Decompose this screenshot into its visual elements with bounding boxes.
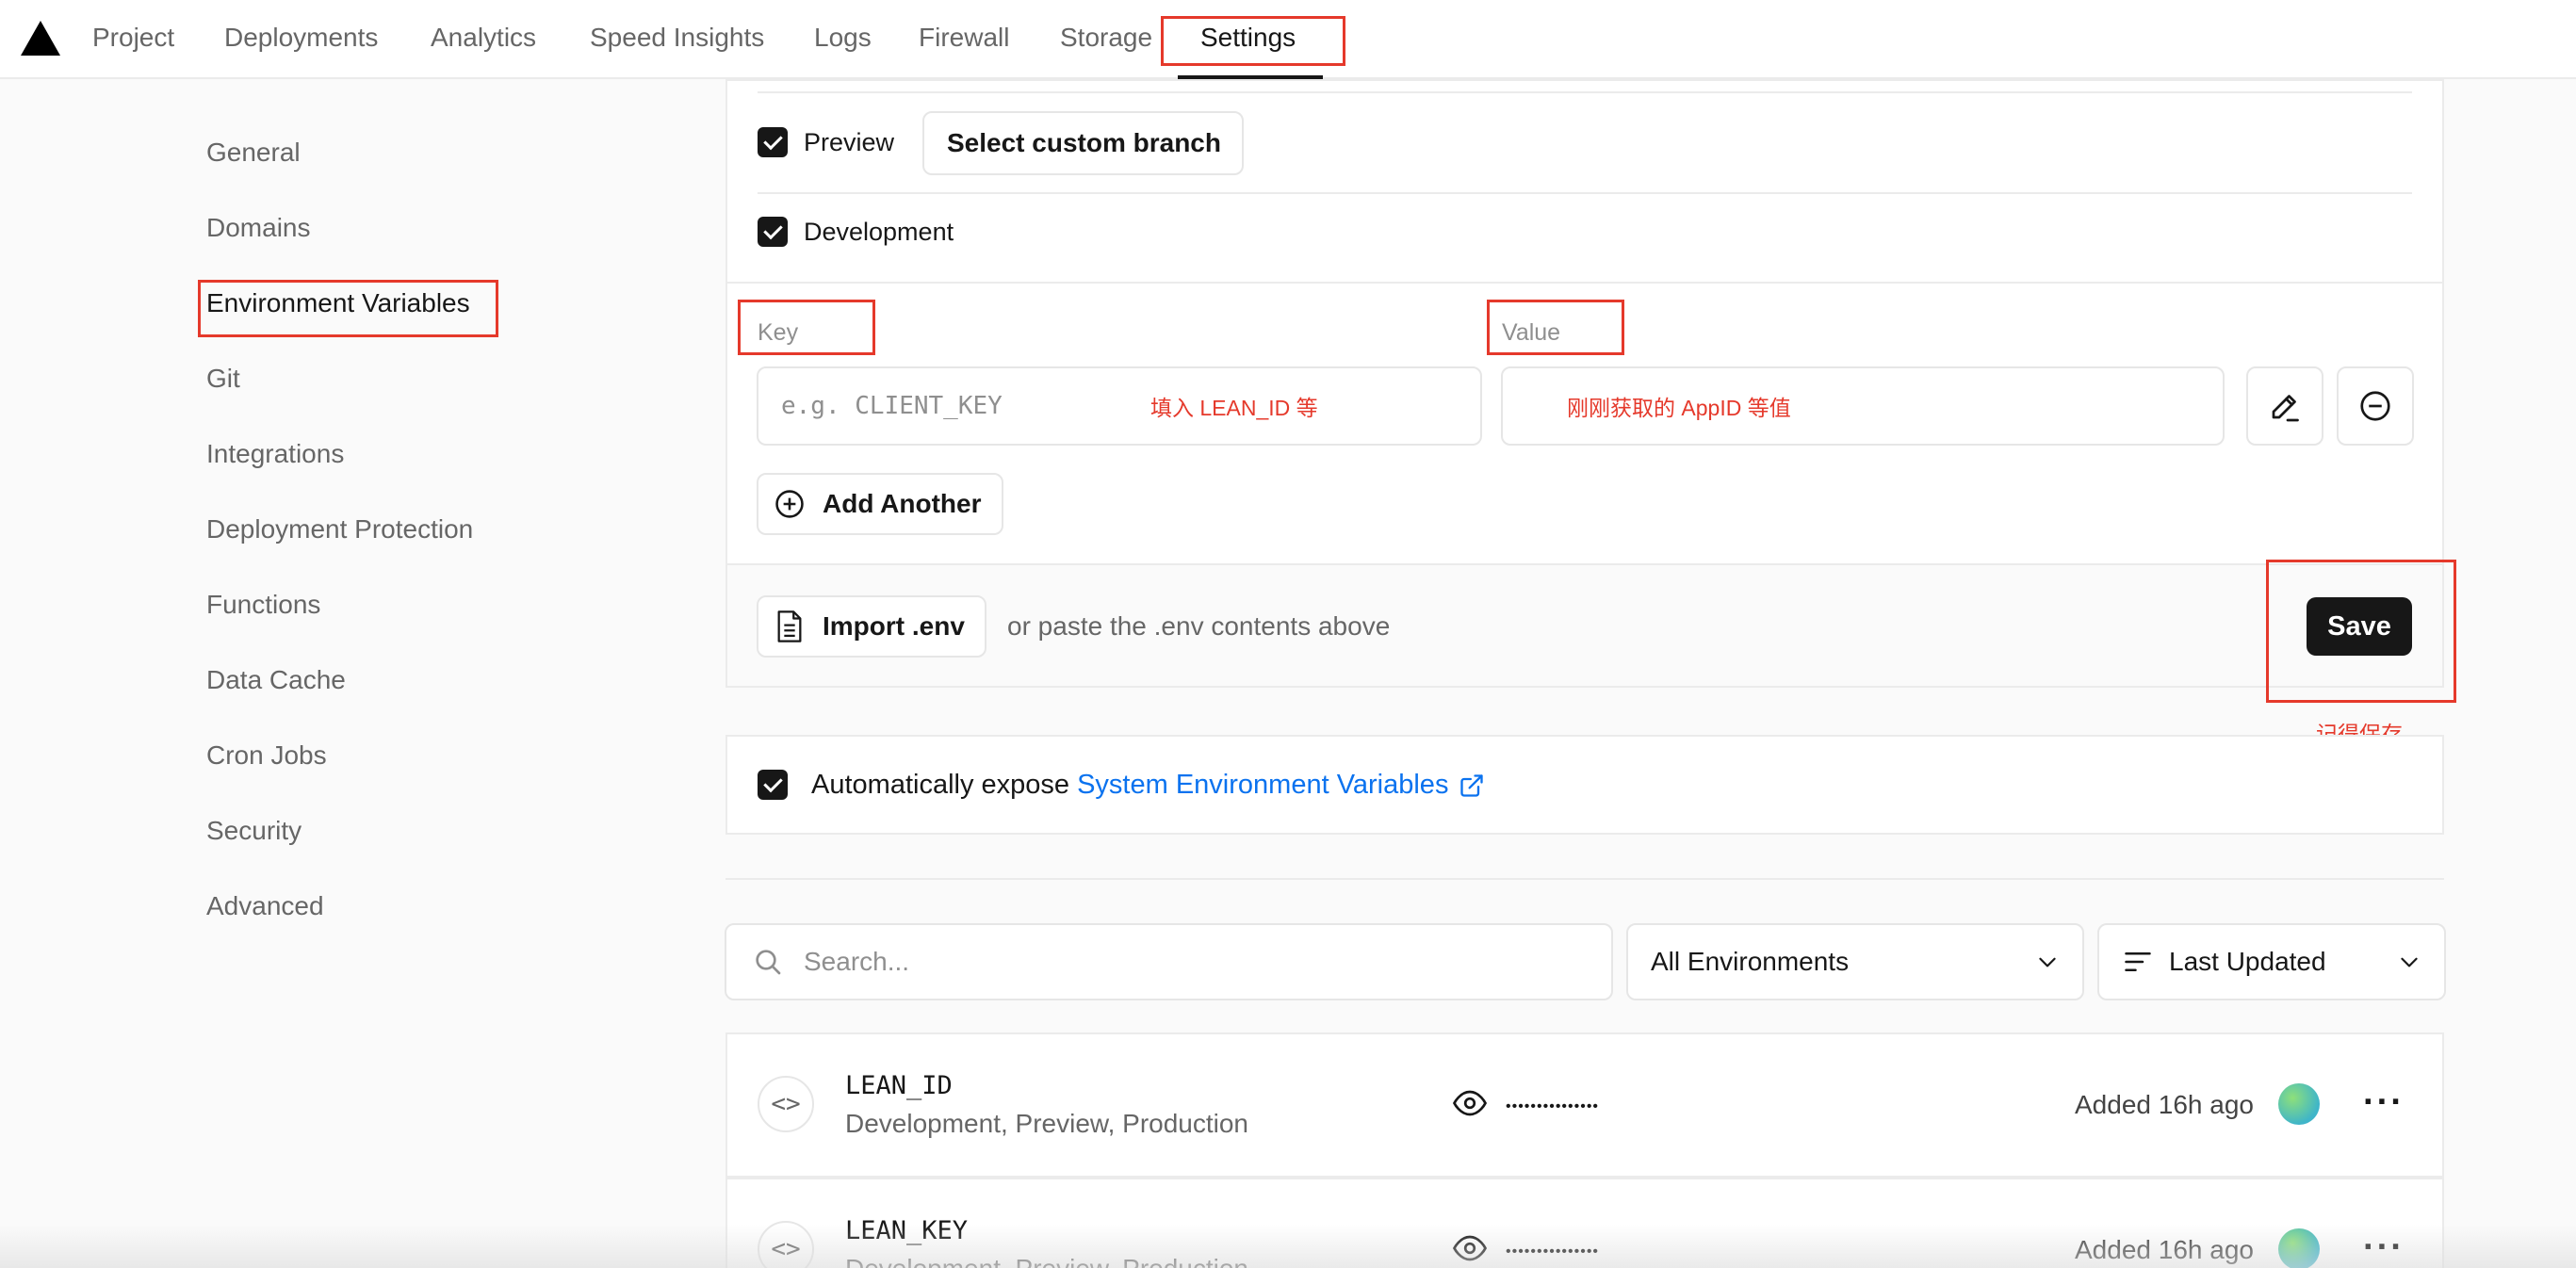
- eye-icon[interactable]: [1453, 1089, 1487, 1117]
- development-label: Development: [804, 218, 954, 246]
- annotation-key-note: 填入 LEAN_ID 等: [1150, 396, 1318, 420]
- variable-name: LEAN_ID: [845, 1071, 953, 1100]
- more-options-icon[interactable]: ···: [2363, 1084, 2405, 1120]
- key-input[interactable]: e.g. CLIENT_KEY: [757, 366, 1482, 446]
- divider: [727, 282, 2442, 284]
- add-another-label: Add Another: [823, 489, 982, 518]
- divider: [758, 192, 2412, 194]
- sort-lines-icon: [2125, 952, 2151, 971]
- tab-storage[interactable]: Storage: [1060, 21, 1152, 55]
- development-checkbox[interactable]: [758, 217, 788, 247]
- sidebar-item-domains[interactable]: Domains: [206, 211, 310, 245]
- masked-value: •••••••••••••••: [1506, 1098, 1600, 1114]
- annotation-box-value: [1487, 300, 1624, 355]
- search-input[interactable]: Search...: [725, 923, 1613, 1000]
- minus-circle-icon: [2360, 391, 2390, 421]
- divider: [758, 91, 2412, 93]
- sort-select-value: Last Updated: [2169, 947, 2326, 976]
- avatar: [2278, 1228, 2320, 1268]
- annotation-value-note: 刚刚获取的 AppID 等值: [1567, 396, 1791, 420]
- annotation-box-environment-variables: [198, 280, 498, 337]
- import-env-button[interactable]: Import .env: [757, 595, 986, 658]
- masked-value: •••••••••••••••: [1506, 1244, 1600, 1260]
- sidebar-item-general[interactable]: General: [206, 136, 301, 170]
- annotation-box-settings: [1161, 16, 1345, 66]
- paste-hint: or paste the .env contents above: [1007, 611, 1391, 641]
- system-env-prefix: Automatically expose: [811, 770, 1078, 800]
- vercel-logo-icon[interactable]: [21, 21, 60, 56]
- more-options-icon[interactable]: ···: [2363, 1229, 2405, 1265]
- tab-analytics[interactable]: Analytics: [431, 21, 536, 55]
- search-placeholder: Search...: [804, 947, 910, 976]
- sidebar-item-git[interactable]: Git: [206, 362, 240, 396]
- system-env-link[interactable]: System Environment Variables: [1077, 770, 1448, 800]
- tab-deployments[interactable]: Deployments: [224, 21, 378, 55]
- environment-select-value: All Environments: [1651, 947, 1850, 976]
- added-time: Added 16h ago: [2075, 1235, 2254, 1264]
- annotation-box-save: [2266, 560, 2456, 703]
- sidebar-item-data-cache[interactable]: Data Cache: [206, 663, 346, 697]
- add-another-button[interactable]: Add Another: [757, 473, 1003, 535]
- select-custom-branch-button[interactable]: Select custom branch: [922, 111, 1244, 175]
- tab-speed-insights[interactable]: Speed Insights: [590, 21, 764, 55]
- preview-label: Preview: [804, 128, 895, 156]
- file-icon: [777, 610, 802, 642]
- preview-checkbox[interactable]: [758, 127, 788, 157]
- pencil-icon: [2272, 395, 2299, 422]
- external-link-icon[interactable]: [1459, 772, 1485, 799]
- variable-environments: Development, Preview, Production: [845, 1253, 1248, 1268]
- key-placeholder: e.g. CLIENT_KEY: [781, 392, 1003, 420]
- annotation-box-key: [738, 300, 875, 355]
- avatar: [2278, 1083, 2320, 1125]
- section-divider: [726, 878, 2444, 880]
- import-env-label: Import .env: [823, 611, 965, 641]
- environment-select[interactable]: All Environments: [1626, 923, 2084, 1000]
- plus-circle-icon: [775, 490, 804, 518]
- variable-environments: Development, Preview, Production: [845, 1109, 1248, 1138]
- system-env-text: Automatically expose System Environment …: [811, 769, 1448, 801]
- tab-project[interactable]: Project: [92, 21, 174, 55]
- added-time: Added 16h ago: [2075, 1090, 2254, 1119]
- tab-logs[interactable]: Logs: [814, 21, 872, 55]
- chevron-down-icon: [2401, 957, 2418, 967]
- code-icon: <>: [758, 1076, 814, 1132]
- edit-button[interactable]: [2246, 366, 2323, 446]
- sidebar-item-advanced[interactable]: Advanced: [206, 889, 324, 923]
- sidebar-item-cron-jobs[interactable]: Cron Jobs: [206, 739, 327, 772]
- chevron-down-icon: [2039, 957, 2056, 967]
- tab-firewall[interactable]: Firewall: [919, 21, 1009, 55]
- sidebar-item-integrations[interactable]: Integrations: [206, 437, 344, 471]
- system-env-checkbox[interactable]: [758, 770, 788, 800]
- remove-button[interactable]: [2337, 366, 2414, 446]
- sidebar-item-functions[interactable]: Functions: [206, 588, 320, 622]
- sidebar-item-security[interactable]: Security: [206, 814, 302, 848]
- sidebar-item-deployment-protection[interactable]: Deployment Protection: [206, 512, 473, 546]
- variable-name: LEAN_KEY: [845, 1216, 969, 1245]
- search-icon: [756, 950, 781, 975]
- sort-select[interactable]: Last Updated: [2097, 923, 2446, 1000]
- eye-icon[interactable]: [1453, 1234, 1487, 1262]
